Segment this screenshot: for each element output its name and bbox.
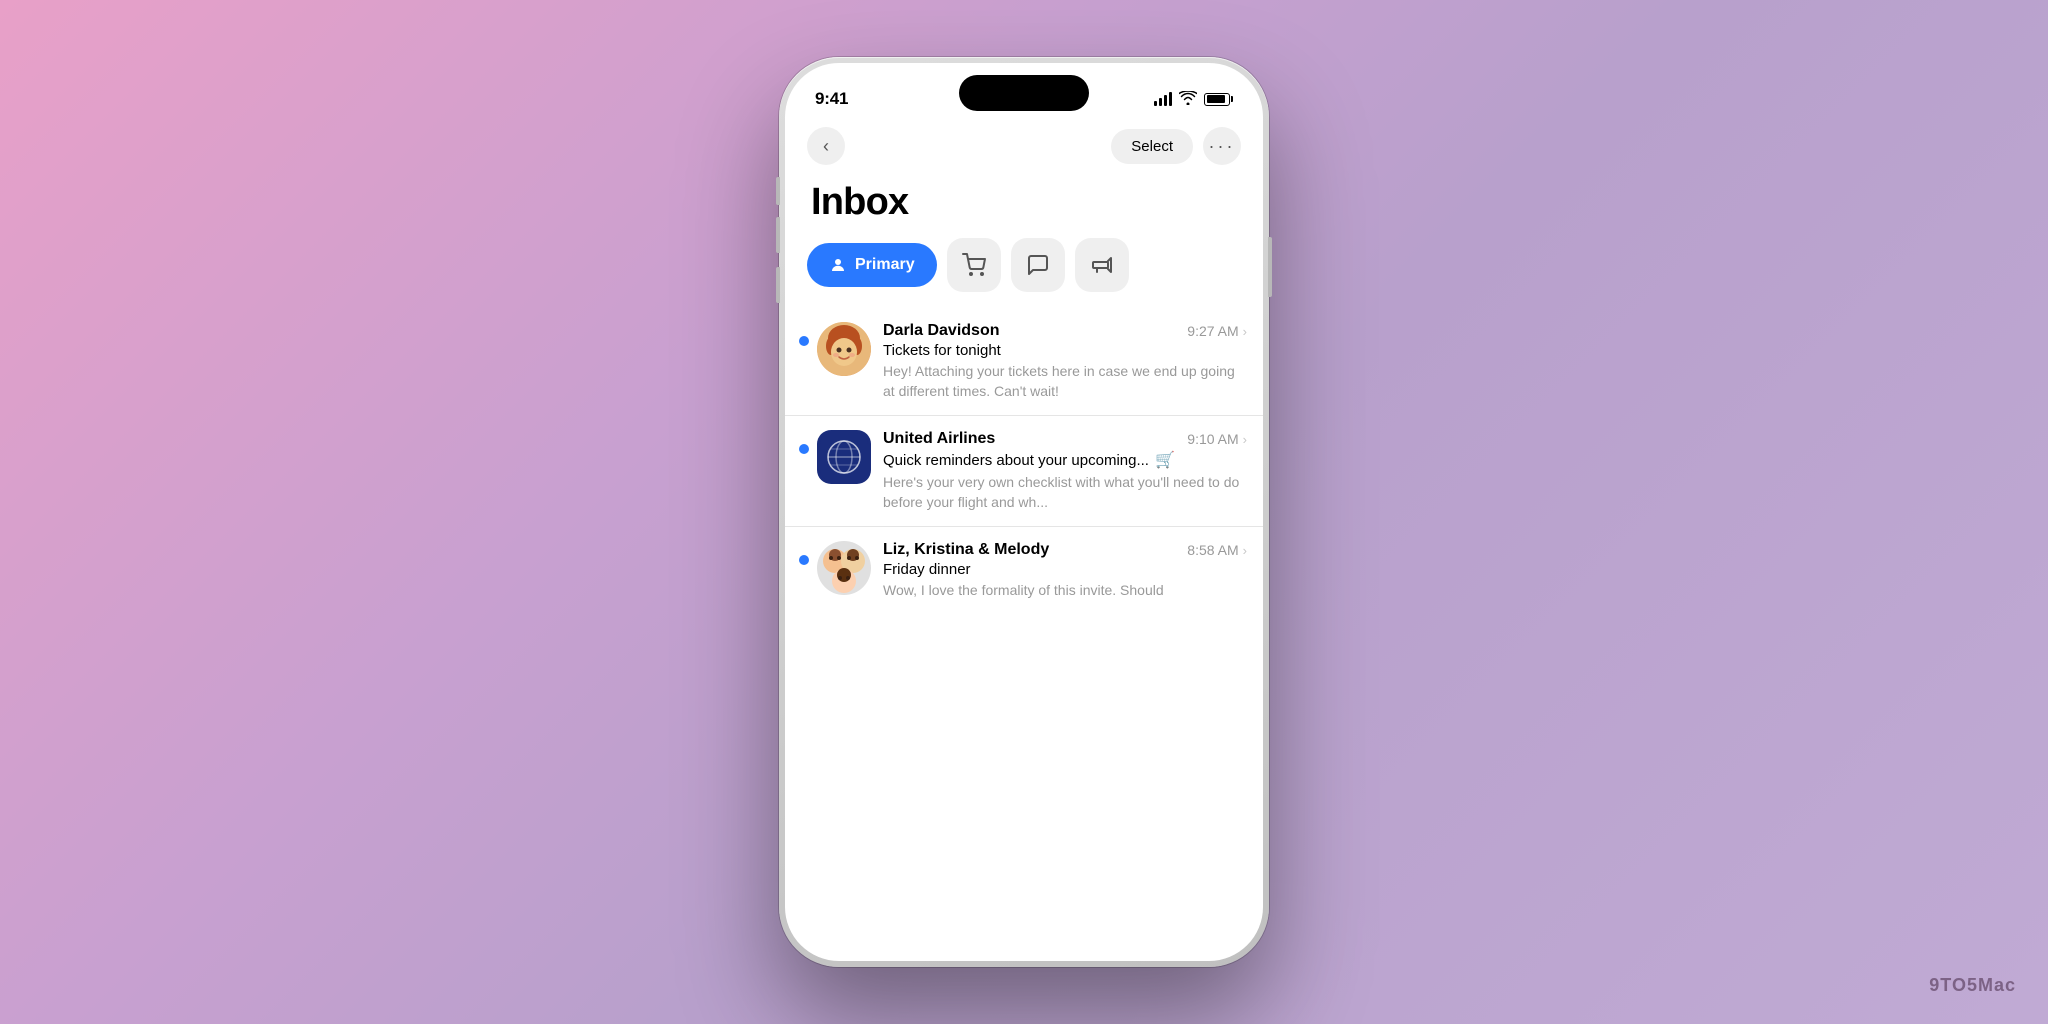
select-button[interactable]: Select <box>1111 129 1193 164</box>
email-item-1[interactable]: Darla Davidson 9:27 AM › Tickets for ton… <box>785 308 1263 416</box>
email-item-2[interactable]: United Airlines 9:10 AM › Quick reminder… <box>785 416 1263 527</box>
tab-primary[interactable]: Primary <box>807 243 937 287</box>
desktop-background: 9:41 <box>0 0 2048 1024</box>
back-button[interactable]: ‹ <box>807 127 845 165</box>
chevron-icon-2: › <box>1243 432 1247 447</box>
battery-icon <box>1204 93 1233 106</box>
email-sender-1: Darla Davidson <box>883 322 999 340</box>
phone-device: 9:41 <box>779 57 1269 967</box>
tab-shopping[interactable] <box>947 238 1001 292</box>
email-content-1: Darla Davidson 9:27 AM › Tickets for ton… <box>883 322 1247 401</box>
power-button <box>1268 237 1272 297</box>
signal-icon <box>1154 92 1172 106</box>
email-list: Darla Davidson 9:27 AM › Tickets for ton… <box>785 308 1263 961</box>
email-preview-3: Wow, I love the formality of this invite… <box>883 581 1247 601</box>
cart-icon <box>962 253 986 277</box>
email-preview-1: Hey! Attaching your tickets here in case… <box>883 362 1247 401</box>
person-icon <box>829 256 847 274</box>
email-time-2: 9:10 AM <box>1187 431 1238 447</box>
avatar-group <box>817 541 871 595</box>
dynamic-island <box>959 75 1089 111</box>
unread-dot-3 <box>799 555 809 565</box>
chevron-icon-3: › <box>1243 543 1247 558</box>
avatar-united <box>817 430 871 484</box>
tab-promotions[interactable] <box>1075 238 1129 292</box>
email-time-1: 9:27 AM <box>1187 323 1238 339</box>
email-time-3: 8:58 AM <box>1187 542 1238 558</box>
unread-dot-2 <box>799 444 809 454</box>
phone-screen: 9:41 <box>785 63 1263 961</box>
email-content-3: Liz, Kristina & Melody 8:58 AM › Friday … <box>883 541 1247 601</box>
megaphone-icon <box>1090 253 1114 277</box>
email-subject-3: Friday dinner <box>883 561 1247 578</box>
mute-button <box>776 177 780 205</box>
email-sender-2: United Airlines <box>883 430 995 448</box>
tab-messages[interactable] <box>1011 238 1065 292</box>
volume-up-button <box>776 217 780 253</box>
tab-bar: Primary <box>785 238 1263 308</box>
avatar-darla <box>817 322 871 376</box>
wifi-icon <box>1179 91 1197 108</box>
nav-bar: ‹ Select ··· <box>785 119 1263 171</box>
chat-icon <box>1026 253 1050 277</box>
status-bar: 9:41 <box>785 63 1263 119</box>
shopping-cart-tag: 🛒 <box>1155 450 1175 470</box>
watermark: 9TO5Mac <box>1929 975 2016 996</box>
email-subject-1: Tickets for tonight <box>883 342 1247 359</box>
status-icons <box>1154 91 1233 108</box>
chevron-icon-1: › <box>1243 324 1247 339</box>
email-sender-3: Liz, Kristina & Melody <box>883 541 1049 559</box>
email-preview-2: Here's your very own checklist with what… <box>883 473 1247 512</box>
volume-down-button <box>776 267 780 303</box>
more-button[interactable]: ··· <box>1203 127 1241 165</box>
unread-dot-1 <box>799 336 809 346</box>
status-time: 9:41 <box>815 89 848 109</box>
inbox-title: Inbox <box>785 171 1263 238</box>
email-item-3[interactable]: Liz, Kristina & Melody 8:58 AM › Friday … <box>785 527 1263 615</box>
email-content-2: United Airlines 9:10 AM › Quick reminder… <box>883 430 1247 512</box>
email-subject-2: Quick reminders about your upcoming... 🛒 <box>883 450 1247 470</box>
